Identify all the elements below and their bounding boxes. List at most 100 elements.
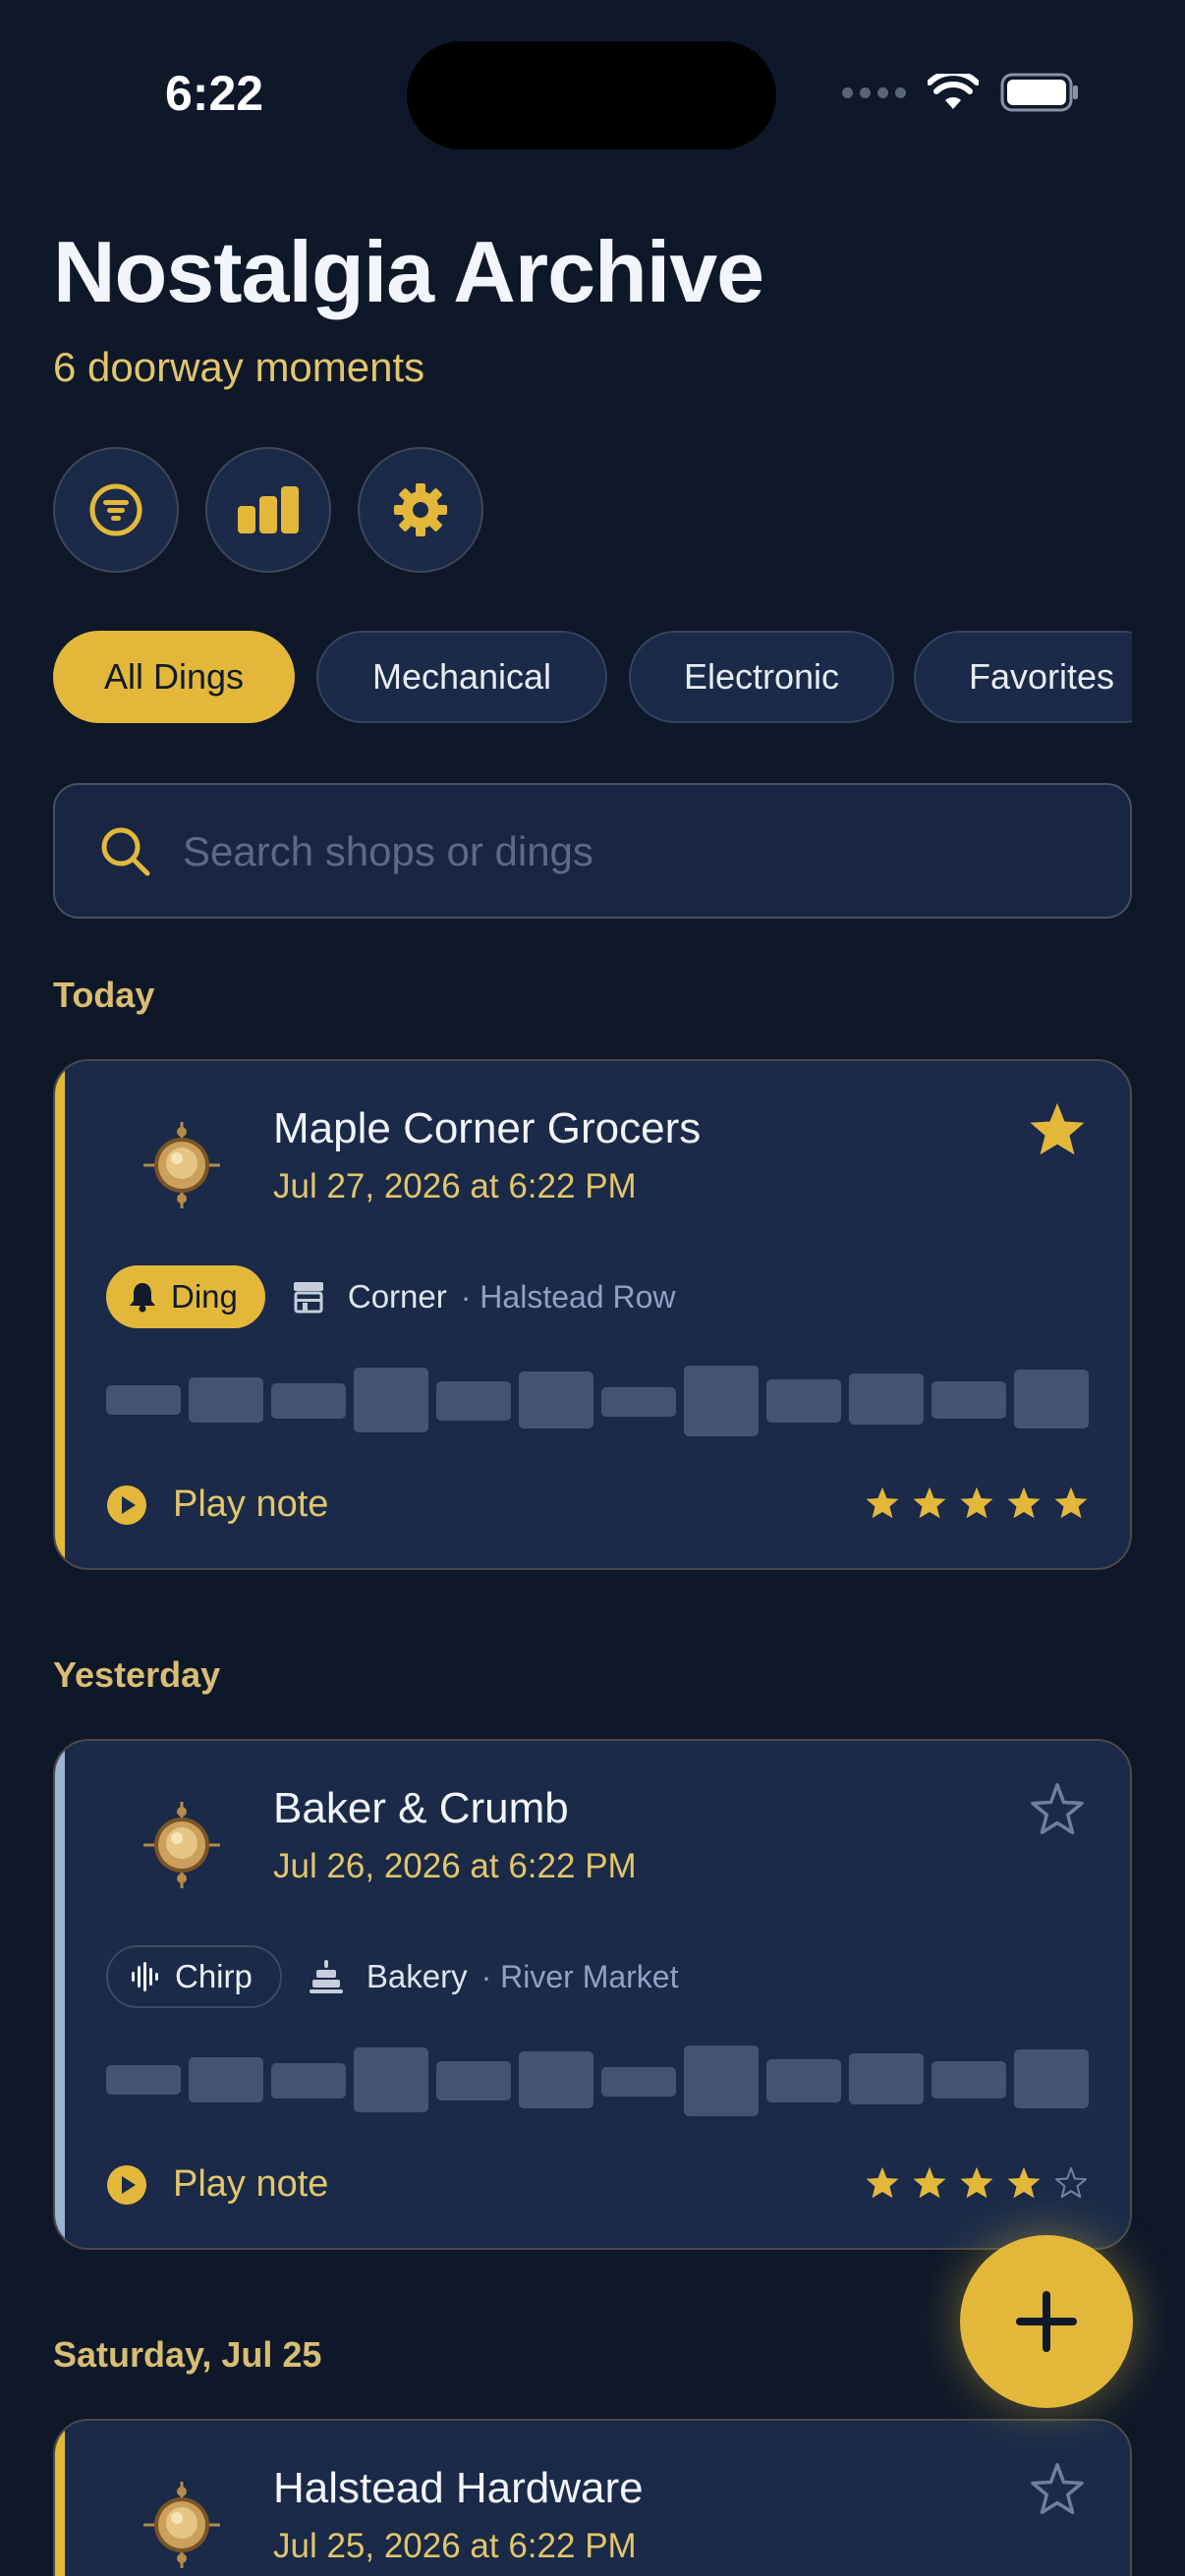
waveform-bar (519, 1372, 593, 1428)
card-accent (55, 1061, 65, 1568)
add-entry-button[interactable] (960, 2235, 1133, 2408)
waveform-icon (132, 1962, 158, 1991)
star-empty-icon (1054, 2166, 1088, 2199)
play-note-button[interactable]: Play note (106, 2163, 328, 2206)
waveform-bar (354, 2047, 428, 2112)
star-filled-icon (866, 2166, 899, 2199)
entry-date: Jul 27, 2026 at 6:22 PM (273, 1167, 637, 1205)
waveform-bar (931, 2061, 1006, 2099)
favorite-star-outline-icon[interactable] (1028, 1780, 1087, 1837)
waveform-bar (766, 1379, 841, 1423)
rating (865, 2165, 1089, 2200)
waveform-bar (684, 1366, 759, 1436)
star-filled-icon (1054, 1486, 1088, 1519)
settings-button[interactable] (358, 447, 483, 573)
entry-date: Jul 25, 2026 at 6:22 PM (273, 2527, 637, 2565)
bell-icon (130, 1283, 155, 1313)
kind-label: Ding (171, 1278, 238, 1315)
shop-name: Baker & Crumb (273, 1784, 569, 1832)
search-bar (53, 783, 1132, 919)
chip-all-dings[interactable]: All Dings (53, 631, 295, 723)
waveform-bar (436, 1381, 511, 1421)
status-time: 6:22 (165, 66, 264, 121)
section-header-today: Today (53, 975, 155, 1015)
waveform-bar (189, 2057, 263, 2102)
play-note-label: Play note (173, 2163, 329, 2205)
waveform-bar (354, 1368, 428, 1432)
waveform-bar (601, 1387, 676, 1417)
chip-electronic[interactable]: Electronic (629, 631, 894, 723)
kind-badge: Chirp (106, 1945, 282, 2008)
entry-card[interactable]: Baker & Crumb Jul 26, 2026 at 6:22 PM Ch… (53, 1739, 1132, 2250)
filter-icon (89, 483, 142, 536)
waveform-bar (931, 1381, 1006, 1419)
search-input[interactable] (183, 814, 1087, 889)
waveform-bar (189, 1377, 263, 1423)
section-header-yesterday: Yesterday (53, 1654, 221, 1695)
star-filled-icon (1007, 1486, 1041, 1519)
gear-icon (394, 483, 447, 536)
entry-card[interactable]: Halstead Hardware Jul 25, 2026 at 6:22 P… (53, 2419, 1132, 2576)
search-icon (101, 827, 150, 876)
cake-icon (309, 1960, 343, 1993)
stats-button[interactable] (205, 447, 331, 573)
waveform-bar (106, 1385, 181, 1415)
place-label: · Halstead Row (460, 1278, 676, 1315)
waveform-bar (684, 2045, 759, 2116)
star-filled-icon (866, 1486, 899, 1519)
doorbell-icon (143, 1802, 220, 1888)
waveform (106, 2045, 1089, 2116)
app-screen: 6:22 Nostalgia Archive 6 doorway moments (0, 0, 1185, 2576)
stats-icon (238, 486, 299, 533)
doorbell-icon (143, 2482, 220, 2568)
favorite-star-filled-icon[interactable] (1028, 1100, 1087, 1157)
waveform-bar (1014, 1370, 1089, 1428)
play-icon (107, 2164, 146, 2205)
shop-name: Maple Corner Grocers (273, 1104, 702, 1152)
waveform (106, 1366, 1089, 1436)
entry-tags: Ding Corner · Halstead Row (106, 1265, 676, 1328)
waveform-bar (271, 1383, 346, 1419)
play-note-button[interactable]: Play note (106, 1484, 328, 1526)
star-filled-icon (960, 1486, 993, 1519)
page-title: Nostalgia Archive (53, 223, 764, 320)
waveform-bar (271, 2063, 346, 2099)
kind-label: Chirp (175, 1958, 253, 1994)
battery-icon (1000, 73, 1078, 112)
chip-favorites[interactable]: Favorites (914, 631, 1132, 723)
storefront-icon (293, 1282, 323, 1314)
favorite-star-outline-icon[interactable] (1028, 2460, 1087, 2517)
waveform-bar (849, 1373, 924, 1425)
waveform-bar (766, 2059, 841, 2102)
waveform-bar (519, 2051, 593, 2108)
play-icon (107, 1484, 146, 1525)
entry-tags: Chirp Bakery · River Market (106, 1945, 678, 2008)
filter-chips: All Dings Mechanical Electronic Favorite… (53, 631, 1132, 725)
moment-count: 6 doorway moments (53, 344, 425, 390)
shop-name: Halstead Hardware (273, 2464, 644, 2512)
section-header-saturday: Saturday, Jul 25 (53, 2334, 322, 2375)
waveform-bar (1014, 2049, 1089, 2108)
doorbell-icon (143, 1122, 220, 1208)
rating (865, 1485, 1089, 1520)
play-note-label: Play note (173, 1484, 329, 1525)
waveform-bar (849, 2053, 924, 2104)
waveform-bar (106, 2065, 181, 2095)
waveform-bar (601, 2067, 676, 2097)
chip-mechanical[interactable]: Mechanical (316, 631, 607, 723)
waveform-bar (436, 2061, 511, 2100)
kind-badge: Ding (106, 1265, 265, 1328)
shop-type-label: Bakery (366, 1958, 468, 1994)
wifi-icon (928, 74, 979, 109)
shop-type-label: Corner (347, 1278, 447, 1315)
shop-type: Bakery (308, 1958, 468, 1995)
filter-button[interactable] (53, 447, 179, 573)
star-filled-icon (960, 2166, 993, 2199)
dynamic-island (407, 41, 776, 149)
star-filled-icon (913, 2166, 946, 2199)
star-filled-icon (913, 1486, 946, 1519)
entry-date: Jul 26, 2026 at 6:22 PM (273, 1847, 637, 1885)
entry-card[interactable]: Maple Corner Grocers Jul 27, 2026 at 6:2… (53, 1059, 1132, 1570)
shop-type: Corner (291, 1278, 447, 1316)
star-filled-icon (1007, 2166, 1041, 2199)
